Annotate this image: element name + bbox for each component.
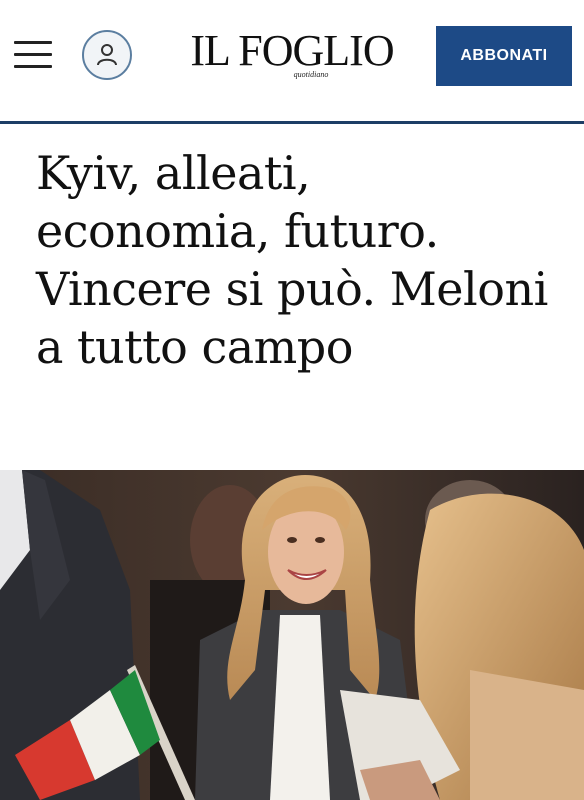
site-logo[interactable]: IL FOGLIO quotidiano [172,28,412,88]
logo-title: IL FOGLIO [190,26,394,75]
account-button[interactable] [82,30,132,80]
subscribe-button[interactable]: ABBONATI [436,26,572,86]
hero-photo[interactable] [0,470,584,800]
hamburger-menu-icon[interactable] [14,38,54,72]
article-headline[interactable]: Kyiv, alleati, economia, futuro. Vincere… [36,144,556,376]
site-header: IL FOGLIO quotidiano ABBONATI [0,0,584,124]
user-icon [97,44,117,66]
